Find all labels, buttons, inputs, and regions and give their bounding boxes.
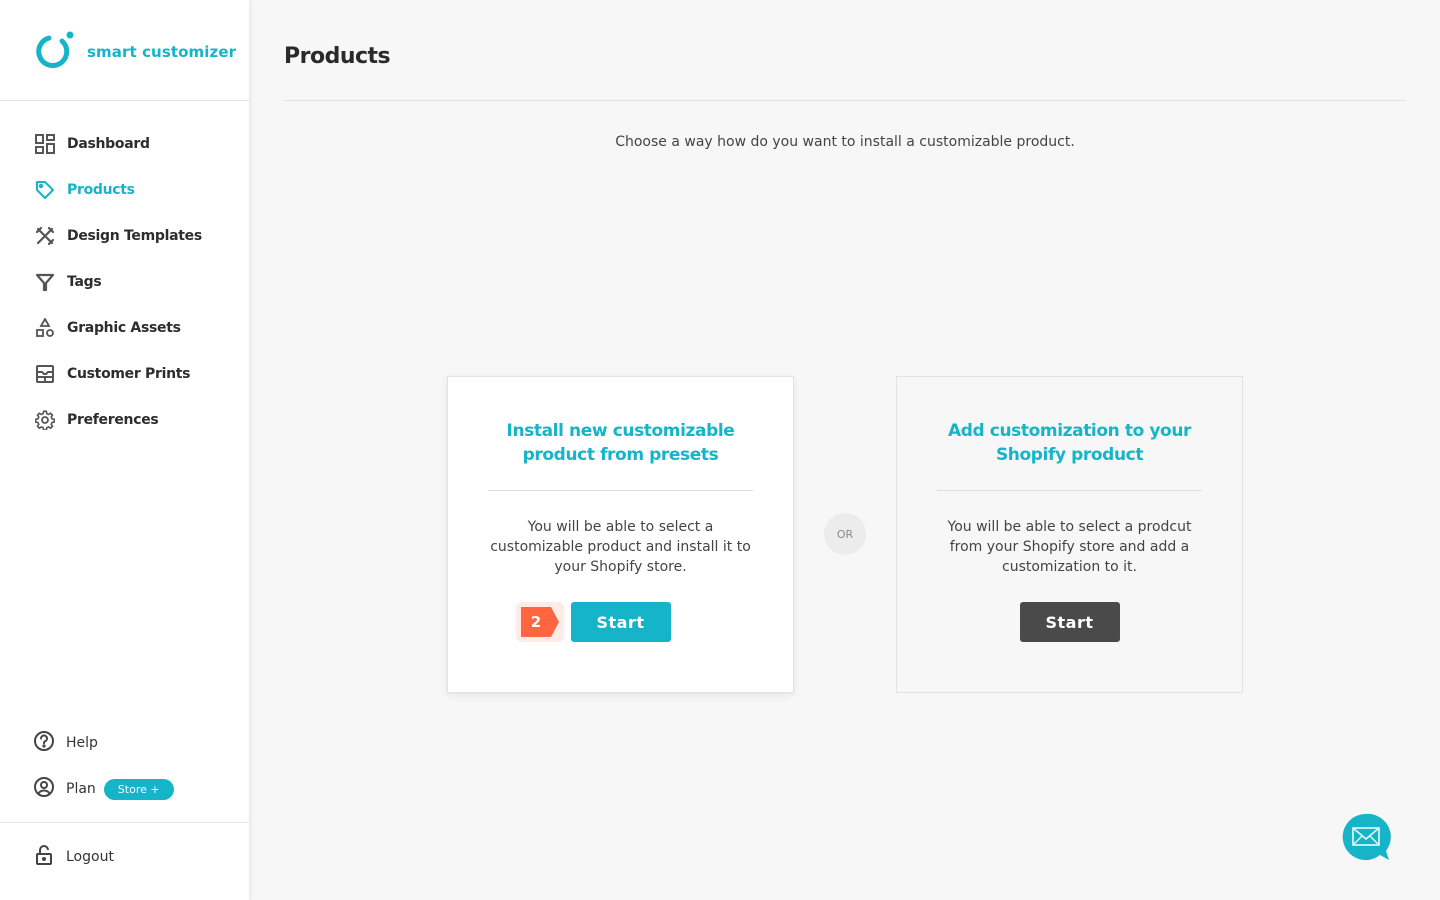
step-number: 2 <box>530 613 542 631</box>
sidebar-item-customer-prints[interactable]: Customer Prints <box>0 351 249 397</box>
sidebar-item-label: Preferences <box>67 412 159 428</box>
logout-section: Logout <box>0 834 249 880</box>
chat-button[interactable] <box>1340 812 1392 862</box>
user-circle-icon <box>33 776 55 802</box>
design-tools-icon <box>34 225 56 247</box>
sidebar-bottom-nav: Help Plan Store + <box>0 720 249 812</box>
card-description: You will be able to select a prodcut fro… <box>947 519 1192 575</box>
plan-badge[interactable]: Store + <box>103 778 174 800</box>
start-presets-button[interactable]: Start <box>570 602 671 642</box>
lock-open-icon <box>33 844 55 870</box>
card-divider <box>937 490 1202 491</box>
sidebar-item-dashboard[interactable]: Dashboard <box>0 121 249 167</box>
tag-icon <box>34 179 56 201</box>
card-divider <box>488 490 753 491</box>
sidebar-item-products[interactable]: Products <box>0 167 249 213</box>
gear-icon <box>34 409 56 431</box>
sidebar: smart customizer Dashboard Products Desi… <box>0 0 250 900</box>
sidebar-item-label: Dashboard <box>67 136 150 152</box>
help-label: Help <box>66 735 98 751</box>
logo-icon <box>36 31 74 68</box>
filter-icon <box>34 271 56 293</box>
install-from-presets-card: Install new customizable product from pr… <box>447 376 794 693</box>
mail-icon <box>1342 813 1391 860</box>
prints-icon <box>34 363 56 385</box>
sidebar-item-label: Products <box>67 182 135 198</box>
sidebar-item-label: Tags <box>67 274 102 290</box>
sidebar-item-label: Customer Prints <box>67 366 191 382</box>
step-marker: 2 <box>516 602 564 642</box>
sidebar-item-graphic-assets[interactable]: Graphic Assets <box>0 305 249 351</box>
sidebar-item-label: Design Templates <box>67 228 202 244</box>
page-title: Products <box>284 44 391 69</box>
title-divider <box>284 100 1406 101</box>
card-title: Install new customizable product from pr… <box>506 421 735 465</box>
add-customization-card: Add customization to your Shopify produc… <box>896 376 1243 693</box>
card-title: Add customization to your Shopify produc… <box>947 421 1192 465</box>
plan-link[interactable]: Plan Store + <box>0 766 249 812</box>
sidebar-item-tags[interactable]: Tags <box>0 259 249 305</box>
help-link[interactable]: Help <box>0 720 249 766</box>
or-separator: OR <box>824 513 866 555</box>
plan-label: Plan <box>66 781 96 797</box>
logout-button[interactable]: Logout <box>0 834 249 880</box>
sidebar-divider <box>0 822 249 823</box>
brand-name: smart customizer <box>87 43 237 61</box>
start-shopify-button[interactable]: Start <box>1019 602 1120 642</box>
dashboard-icon <box>34 133 56 155</box>
sidebar-item-label: Graphic Assets <box>67 320 181 336</box>
sidebar-item-design-templates[interactable]: Design Templates <box>0 213 249 259</box>
subtitle-text: Choose a way how do you want to install … <box>615 134 1075 150</box>
sidebar-nav: Dashboard Products Design Templates Tags… <box>0 121 249 443</box>
logout-label: Logout <box>66 849 114 865</box>
shapes-icon <box>34 317 56 339</box>
logo[interactable]: smart customizer <box>0 0 249 101</box>
sidebar-item-preferences[interactable]: Preferences <box>0 397 249 443</box>
help-icon <box>33 730 55 756</box>
card-description: You will be able to select a customizabl… <box>490 519 751 575</box>
page-subtitle: Choose a way how do you want to install … <box>284 134 1406 150</box>
